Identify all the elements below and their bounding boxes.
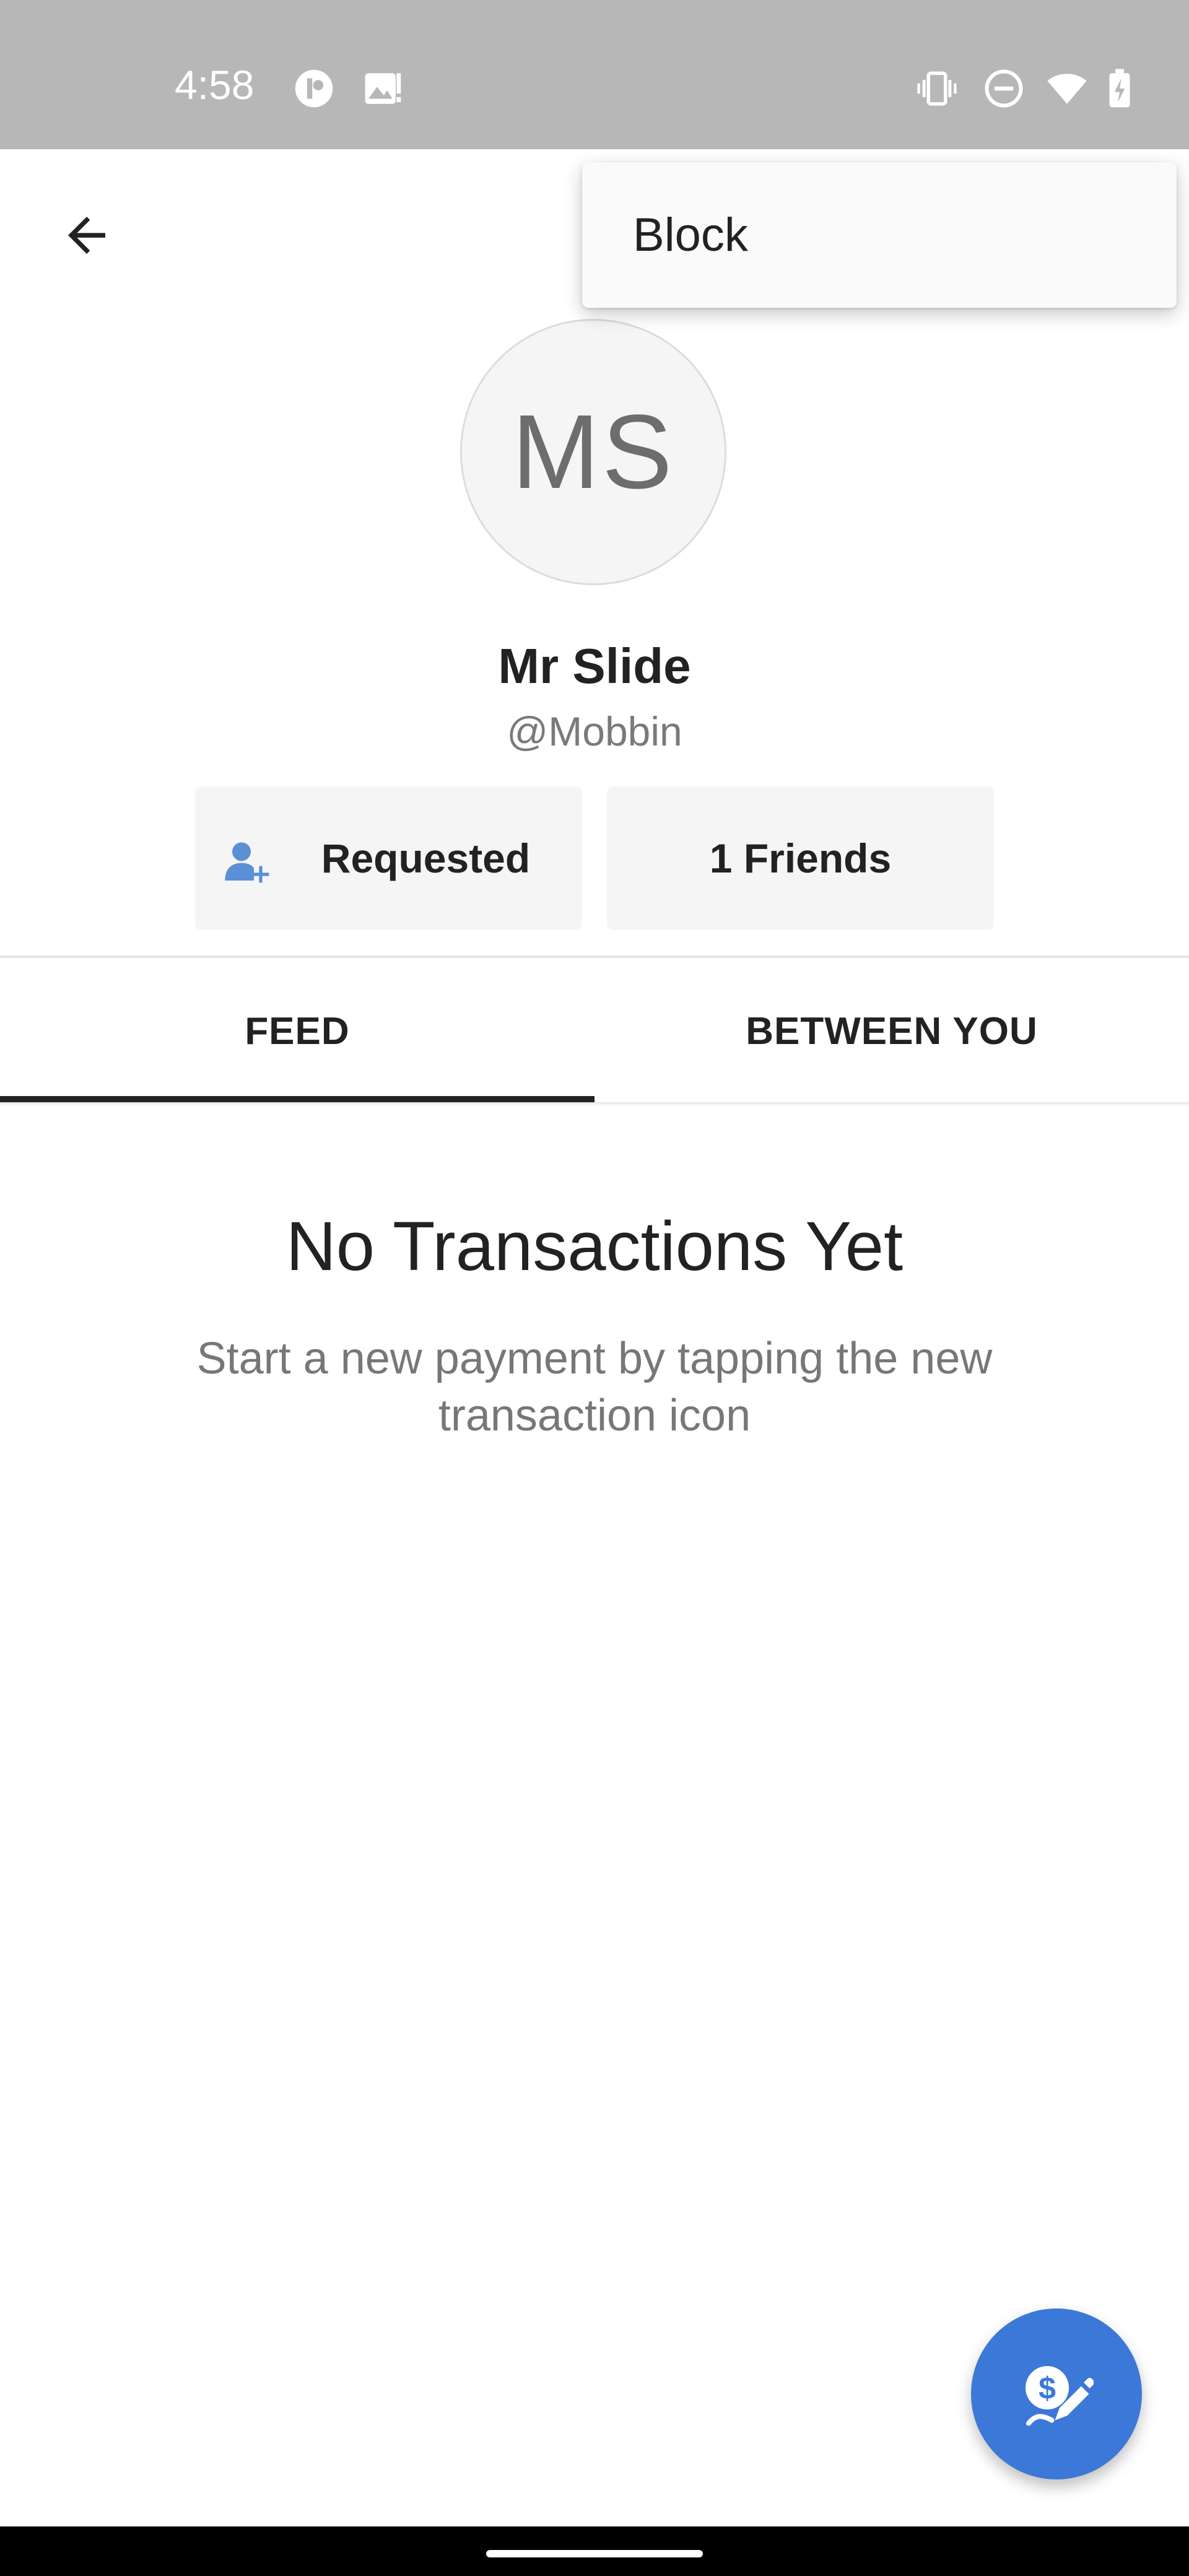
requested-label: Requested bbox=[321, 835, 531, 881]
vibrate-icon bbox=[917, 71, 957, 106]
do-not-disturb-icon bbox=[985, 69, 1023, 108]
tab-between-you-label: BETWEEN YOU bbox=[746, 1009, 1038, 1053]
app-notification-icon bbox=[295, 69, 333, 108]
overflow-menu: Block bbox=[582, 162, 1177, 308]
friends-label: 1 Friends bbox=[709, 835, 892, 881]
new-transaction-icon: $ bbox=[1026, 2366, 1094, 2426]
requested-button[interactable]: Requested bbox=[195, 786, 582, 930]
image-notification-icon bbox=[365, 73, 401, 104]
home-handle[interactable] bbox=[486, 2550, 703, 2557]
status-time: 4:58 bbox=[175, 62, 255, 108]
tab-feed-label: FEED bbox=[245, 1009, 350, 1053]
profile-handle: @Mobbin bbox=[507, 708, 682, 754]
profile-screen: 4:58 Block MS Mr Slide @Mobbin Requested… bbox=[0, 0, 1189, 2576]
divider bbox=[0, 955, 1189, 958]
tab-shadow bbox=[0, 1102, 1189, 1106]
arrow-left-icon bbox=[68, 217, 105, 254]
battery-charging-icon bbox=[1109, 69, 1130, 108]
tab-feed[interactable]: FEED bbox=[0, 960, 594, 1102]
person-add-icon bbox=[225, 842, 269, 883]
new-transaction-button[interactable]: $ bbox=[971, 2308, 1142, 2479]
wifi-icon bbox=[1047, 74, 1087, 104]
tab-between-you[interactable]: BETWEEN YOU bbox=[594, 960, 1189, 1102]
status-bar: 4:58 bbox=[0, 0, 1189, 149]
profile-name: Mr Slide bbox=[498, 638, 691, 694]
empty-state-subtitle: Start a new payment by tapping the new t… bbox=[196, 1334, 993, 1440]
empty-state-title: No Transactions Yet bbox=[285, 1208, 904, 1285]
menu-item-block[interactable]: Block bbox=[582, 162, 1177, 308]
svg-text:$: $ bbox=[1039, 2371, 1056, 2406]
friends-button[interactable]: 1 Friends bbox=[607, 786, 994, 930]
avatar: MS bbox=[460, 319, 726, 585]
back-button[interactable] bbox=[50, 198, 124, 272]
tab-indicator bbox=[0, 1096, 594, 1102]
